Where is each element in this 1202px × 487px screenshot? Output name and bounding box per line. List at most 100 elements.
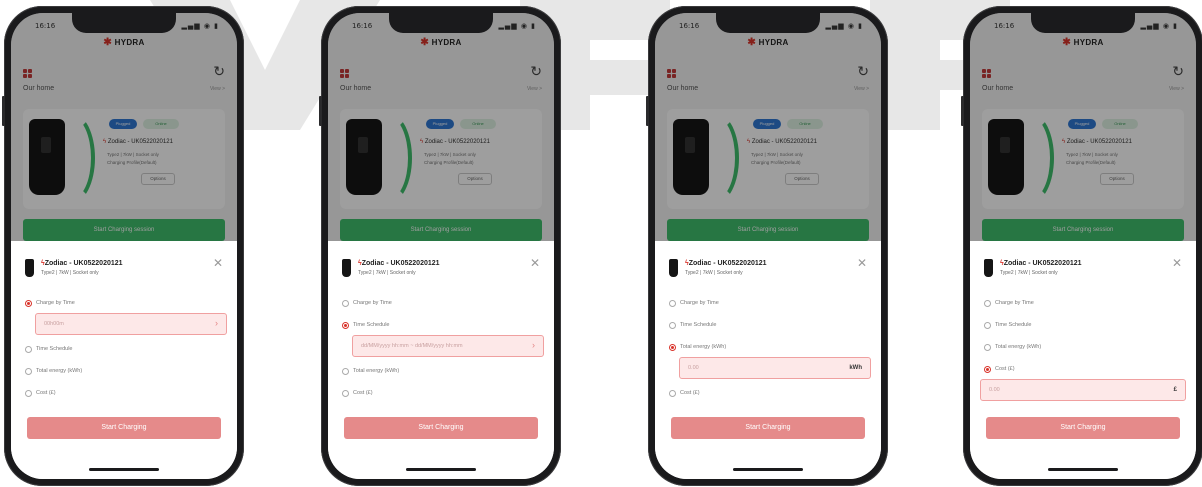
start-charging-button[interactable]: Start Charging	[986, 417, 1180, 439]
phone-frame-3: 16:16 ▂▄▆ ◉ ▮ ✱ HYDRA ↻ Our home View > …	[646, 6, 888, 486]
schedule-input[interactable]: dd/MM/yyyy hh:mm ~ dd/MM/yyyy hh:mm ›	[352, 335, 544, 357]
charger-thumb-icon	[984, 259, 993, 277]
radio-icon[interactable]	[342, 367, 349, 375]
radio-checked-icon[interactable]	[342, 321, 349, 329]
charging-mode-sheet: ϟZodiac - UK0522020121 Type2 | 7kW | Soc…	[655, 241, 881, 479]
side-button	[961, 96, 964, 126]
close-icon[interactable]: ✕	[213, 256, 223, 270]
status-icons: ▂▄▆ ◉ ▮	[498, 22, 536, 30]
radio-checked-icon[interactable]	[25, 299, 32, 307]
status-time: 16:16	[35, 22, 56, 30]
charger-thumb-icon	[25, 259, 34, 277]
start-charging-button[interactable]: Start Charging	[27, 417, 221, 439]
charging-mode-sheet: ϟZodiac - UK0522020121 Type2 | 7kW | Soc…	[970, 241, 1196, 479]
modal-overlay[interactable]	[970, 13, 1196, 241]
close-icon[interactable]: ✕	[1172, 256, 1182, 270]
radio-icon[interactable]	[984, 343, 991, 351]
option-charge-by-time[interactable]: Charge by Time	[984, 297, 1034, 309]
sheet-subtitle: Type2 | 7kW | Socket only	[1000, 270, 1058, 276]
charging-mode-sheet: ϟZodiac - UK0522020121 Type2 | 7kW | Soc…	[11, 241, 237, 479]
notch	[389, 13, 493, 33]
time-input[interactable]: 00h00m ›	[35, 313, 227, 335]
radio-icon[interactable]	[669, 299, 676, 307]
sheet-subtitle: Type2 | 7kW | Socket only	[685, 270, 743, 276]
close-icon[interactable]: ✕	[857, 256, 867, 270]
modal-overlay[interactable]	[655, 13, 881, 241]
radio-icon[interactable]	[25, 389, 32, 397]
radio-icon[interactable]	[25, 345, 32, 353]
sheet-header: ϟZodiac - UK0522020121 Type2 | 7kW | Soc…	[342, 256, 540, 285]
option-total-energy[interactable]: Total energy (kWh)	[342, 365, 399, 377]
cost-unit: £	[1173, 387, 1177, 393]
radio-icon[interactable]	[342, 389, 349, 397]
modal-overlay[interactable]	[11, 13, 237, 241]
option-time-schedule[interactable]: Time Schedule	[25, 343, 72, 355]
radio-icon[interactable]	[669, 321, 676, 329]
radio-icon[interactable]	[984, 299, 991, 307]
side-button	[2, 96, 5, 126]
notch	[1031, 13, 1135, 33]
sheet-subtitle: Type2 | 7kW | Socket only	[358, 270, 416, 276]
cost-input[interactable]: 0.00 £	[980, 379, 1186, 401]
sheet-header: ϟZodiac - UK0522020121 Type2 | 7kW | Soc…	[669, 256, 867, 285]
radio-icon[interactable]	[342, 299, 349, 307]
phone-screen: 16:16 ▂▄▆ ◉ ▮ ✱ HYDRA ↻ Our home View > …	[11, 13, 237, 479]
status-icons: ▂▄▆ ◉ ▮	[1140, 22, 1178, 30]
side-button	[646, 96, 649, 126]
status-icons: ▂▄▆ ◉ ▮	[825, 22, 863, 30]
home-indicator	[406, 468, 476, 471]
sheet-header: ϟZodiac - UK0522020121 Type2 | 7kW | Soc…	[984, 256, 1182, 285]
side-button	[319, 96, 322, 126]
option-time-schedule[interactable]: Time Schedule	[984, 319, 1031, 331]
sheet-header: ϟZodiac - UK0522020121 Type2 | 7kW | Soc…	[25, 256, 223, 285]
option-time-schedule[interactable]: Time Schedule	[342, 319, 389, 331]
home-indicator	[1048, 468, 1118, 471]
phone-frame-4: 16:16 ▂▄▆ ◉ ▮ ✱ HYDRA ↻ Our home View > …	[961, 6, 1202, 486]
option-cost[interactable]: Cost (£)	[25, 387, 56, 399]
chevron-right-icon: ›	[215, 318, 218, 328]
close-icon[interactable]: ✕	[530, 256, 540, 270]
charger-thumb-icon	[342, 259, 351, 277]
chevron-right-icon: ›	[532, 340, 535, 350]
notch	[716, 13, 820, 33]
radio-icon[interactable]	[984, 321, 991, 329]
option-charge-by-time[interactable]: Charge by Time	[25, 297, 75, 309]
sheet-title: ϟZodiac - UK0522020121	[41, 260, 123, 267]
energy-unit: kWh	[849, 365, 862, 371]
sheet-subtitle: Type2 | 7kW | Socket only	[41, 270, 99, 276]
status-time: 16:16	[352, 22, 373, 30]
energy-input[interactable]: 0.00 kWh	[679, 357, 871, 379]
sheet-title: ϟZodiac - UK0522020121	[358, 260, 440, 267]
status-time: 16:16	[679, 22, 700, 30]
option-total-energy[interactable]: Total energy (kWh)	[669, 341, 726, 353]
option-charge-by-time[interactable]: Charge by Time	[669, 297, 719, 309]
radio-icon[interactable]	[669, 389, 676, 397]
modal-overlay[interactable]	[328, 13, 554, 241]
phone-frame-1: 16:16 ▂▄▆ ◉ ▮ ✱ HYDRA ↻ Our home View > …	[2, 6, 244, 486]
home-indicator	[733, 468, 803, 471]
phone-screen: 16:16 ▂▄▆ ◉ ▮ ✱ HYDRA ↻ Our home View > …	[970, 13, 1196, 479]
phone-frame-2: 16:16 ▂▄▆ ◉ ▮ ✱ HYDRA ↻ Our home View > …	[319, 6, 561, 486]
phone-screen: 16:16 ▂▄▆ ◉ ▮ ✱ HYDRA ↻ Our home View > …	[328, 13, 554, 479]
radio-icon[interactable]	[25, 367, 32, 375]
start-charging-button[interactable]: Start Charging	[344, 417, 538, 439]
option-cost[interactable]: Cost (£)	[984, 363, 1015, 375]
option-cost[interactable]: Cost (£)	[669, 387, 700, 399]
radio-checked-icon[interactable]	[669, 343, 676, 351]
phone-screen: 16:16 ▂▄▆ ◉ ▮ ✱ HYDRA ↻ Our home View > …	[655, 13, 881, 479]
home-indicator	[89, 468, 159, 471]
option-total-energy[interactable]: Total energy (kWh)	[984, 341, 1041, 353]
radio-checked-icon[interactable]	[984, 365, 991, 373]
charging-mode-sheet: ϟZodiac - UK0522020121 Type2 | 7kW | Soc…	[328, 241, 554, 479]
start-charging-button[interactable]: Start Charging	[671, 417, 865, 439]
option-charge-by-time[interactable]: Charge by Time	[342, 297, 392, 309]
notch	[72, 13, 176, 33]
option-time-schedule[interactable]: Time Schedule	[669, 319, 716, 331]
sheet-title: ϟZodiac - UK0522020121	[685, 260, 767, 267]
option-total-energy[interactable]: Total energy (kWh)	[25, 365, 82, 377]
status-time: 16:16	[994, 22, 1015, 30]
sheet-title: ϟZodiac - UK0522020121	[1000, 260, 1082, 267]
status-icons: ▂▄▆ ◉ ▮	[181, 22, 219, 30]
option-cost[interactable]: Cost (£)	[342, 387, 373, 399]
charger-thumb-icon	[669, 259, 678, 277]
